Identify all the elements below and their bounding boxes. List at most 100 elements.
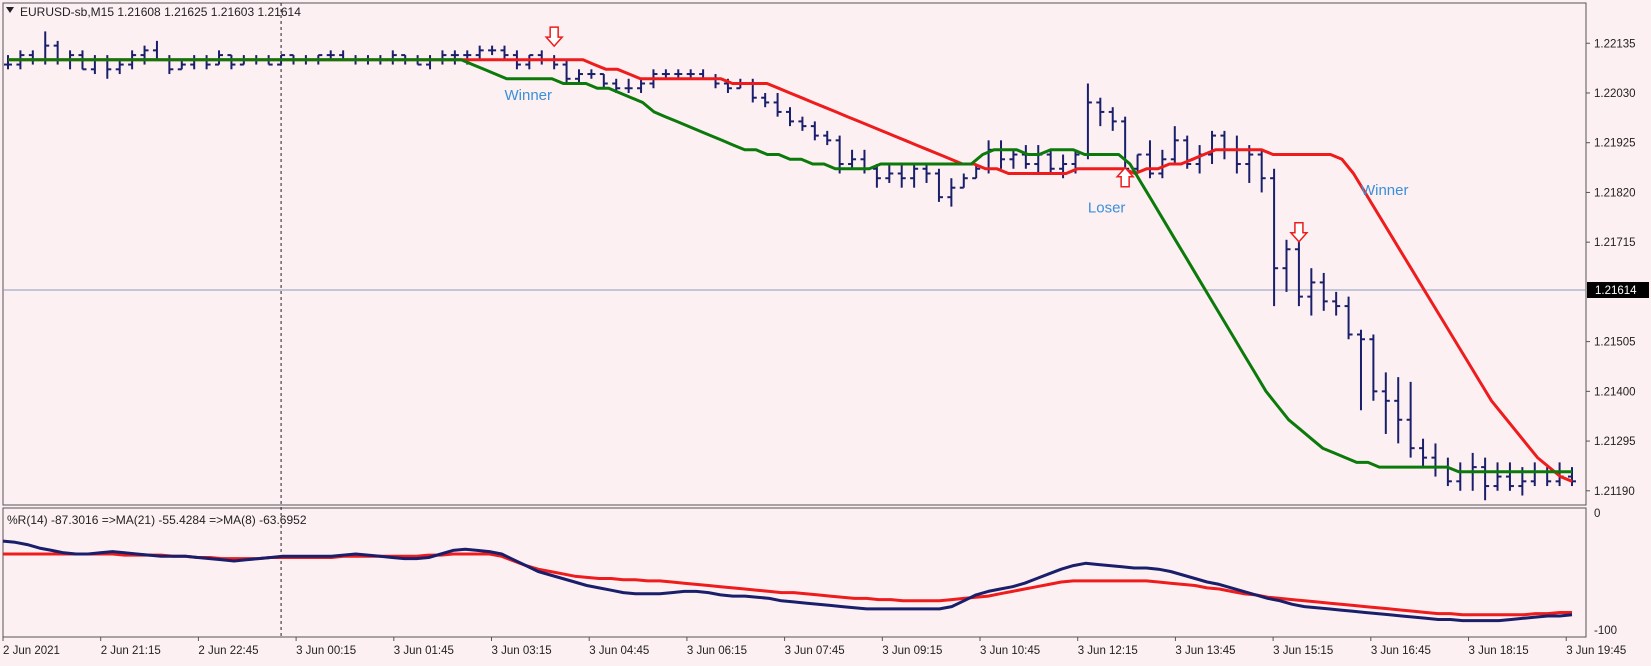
time-tick-label: 3 Jun 12:15: [1078, 645, 1138, 657]
ohlc-bar: [637, 78, 646, 93]
time-tick-label: 3 Jun 19:45: [1566, 645, 1626, 657]
ohlc-bar: [922, 164, 931, 183]
ohlc-bar: [152, 40, 161, 61]
time-tick-label: 3 Jun 01:45: [394, 645, 454, 657]
ohlc-bar: [885, 164, 894, 183]
ohlc-bar: [624, 78, 633, 93]
price-tick-label: 1.21190: [1594, 486, 1635, 498]
time-tick-label: 3 Jun 03:15: [492, 645, 552, 657]
ohlc-bar: [1307, 268, 1316, 316]
ohlc-bar: [1456, 462, 1465, 491]
time-tick-label: 3 Jun 07:45: [785, 645, 845, 657]
price-tick-label: 1.21400: [1594, 386, 1636, 398]
ohlc-bar: [1158, 149, 1167, 179]
indicator-plot-area[interactable]: [2, 539, 1573, 623]
ohlc-bar: [1208, 130, 1217, 165]
ohlc-bar: [1530, 462, 1539, 487]
price-tick-label: 1.21820: [1594, 187, 1636, 199]
time-tick-label: 3 Jun 04:45: [589, 645, 649, 657]
annotation-label: Winner: [1361, 182, 1409, 199]
ohlc-bar: [1145, 140, 1154, 179]
price-axis: 1.22135 1.22030 1.21925 1.21820 1.21715 1.215…: [1586, 38, 1649, 498]
ohlc-bar: [1046, 149, 1055, 174]
ohlc-bar: [450, 50, 459, 65]
ohlc-bar: [215, 50, 224, 66]
ohlc-bar: [587, 69, 596, 79]
ohlc-bar: [1419, 438, 1428, 468]
ohlc-bar: [848, 149, 857, 169]
ohlc-bar: [1009, 149, 1018, 169]
ohlc-bar: [1220, 130, 1229, 160]
price-tick-label: 1.22030: [1594, 88, 1636, 100]
ohlc-bar: [1294, 239, 1303, 307]
ohlc-bar: [90, 55, 99, 75]
ohlc-bar: [1257, 149, 1266, 193]
ohlc-bar: [773, 92, 782, 117]
ohlc-bar: [488, 45, 497, 56]
current-price-label: 1.21614: [1595, 285, 1637, 297]
time-tick-label: 2 Jun 2021: [3, 645, 60, 657]
ohlc-bar: [140, 45, 149, 65]
ohlc-bar: [190, 55, 199, 70]
ohlc-bar: [4, 55, 12, 70]
ohlc-bar: [1083, 83, 1092, 160]
ohlc-bar: [388, 50, 397, 65]
price-tick-label: 1.21925: [1594, 138, 1636, 150]
ohlc-bar: [1319, 272, 1328, 311]
main-plot-area[interactable]: Winner Loser Winner: [3, 3, 1586, 637]
indicator-info: %R(14) -87.3016 =>MA(21) -55.4284 =>MA(8…: [7, 513, 307, 527]
time-tick-label: 3 Jun 13:45: [1175, 645, 1235, 657]
symbol-info: EURUSD-sb,M15 1.21608 1.21625 1.21603 1.…: [20, 5, 301, 19]
ohlc-bar: [202, 55, 211, 70]
chart-header: EURUSD-sb,M15 1.21608 1.21625 1.21603 1.…: [6, 5, 307, 527]
williams-r-line: [2, 539, 1573, 623]
annotation-label: Winner: [505, 87, 553, 104]
ohlc-bar: [1344, 296, 1353, 340]
ohlc-bar: [1406, 381, 1415, 458]
collapse-triangle-icon[interactable]: [6, 7, 14, 13]
ohlc-bar: [1282, 239, 1291, 292]
time-axis: 2 Jun 2021 2 Jun 21:15 2 Jun 22:45 3 Jun 00…: [2, 637, 1626, 657]
ohlc-bar: [28, 50, 37, 65]
price-tick-label: 1.21505: [1594, 337, 1636, 349]
sell-arrow-icon: [544, 26, 564, 48]
time-tick-label: 3 Jun 06:15: [687, 645, 747, 657]
time-tick-label: 3 Jun 15:15: [1273, 645, 1333, 657]
ohlc-bar: [115, 59, 124, 75]
ohlc-bar: [947, 178, 956, 207]
ohlc-bar: [1270, 168, 1279, 307]
ohlc-bar: [1505, 462, 1514, 491]
ohlc-bar: [1369, 334, 1378, 401]
ohlc-bar: [574, 69, 583, 84]
indicator-frame-border: [2, 507, 1587, 638]
price-tick-label: 1.21295: [1594, 436, 1636, 448]
ohlc-bar: [599, 73, 608, 89]
chart-window: Winner Loser Winner 1.22135 1.22030 1.21925 1…: [0, 0, 1651, 661]
time-tick-label: 3 Jun 10:45: [980, 645, 1040, 657]
ohlc-bar: [1493, 462, 1502, 491]
ohlc-bar: [1034, 145, 1043, 174]
ohlc-bar: [959, 173, 968, 189]
ohlc-bar: [761, 92, 770, 108]
ohlc-bar: [1481, 457, 1490, 501]
ohlc-bar: [475, 45, 484, 60]
chart-svg: WinnerLoserWinner 1.221351.220301.219251…: [2, 2, 1649, 657]
time-tick-label: 2 Jun 21:15: [101, 645, 161, 657]
price-tick-label: 1.22135: [1594, 38, 1636, 50]
ohlc-bar: [550, 55, 559, 70]
ohlc-bar: [1170, 126, 1179, 165]
ohlc-bar: [227, 54, 236, 70]
ohlc-bar: [438, 50, 447, 65]
ohlc-bar: [1108, 107, 1117, 131]
ohlc-bar: [537, 50, 546, 65]
ohlc-bar: [1356, 329, 1365, 411]
time-tick-label: 2 Jun 22:45: [198, 645, 258, 657]
ohlc-bar: [1021, 145, 1030, 169]
ohlc-bar: [426, 55, 435, 70]
ohlc-bar: [823, 130, 832, 146]
ohlc-bar: [1431, 443, 1440, 477]
ohlc-bar: [1543, 467, 1552, 487]
ohlc-bar: [897, 164, 906, 188]
price-tick-label: 1.21715: [1594, 237, 1636, 249]
ohlc-bar: [1443, 457, 1452, 487]
